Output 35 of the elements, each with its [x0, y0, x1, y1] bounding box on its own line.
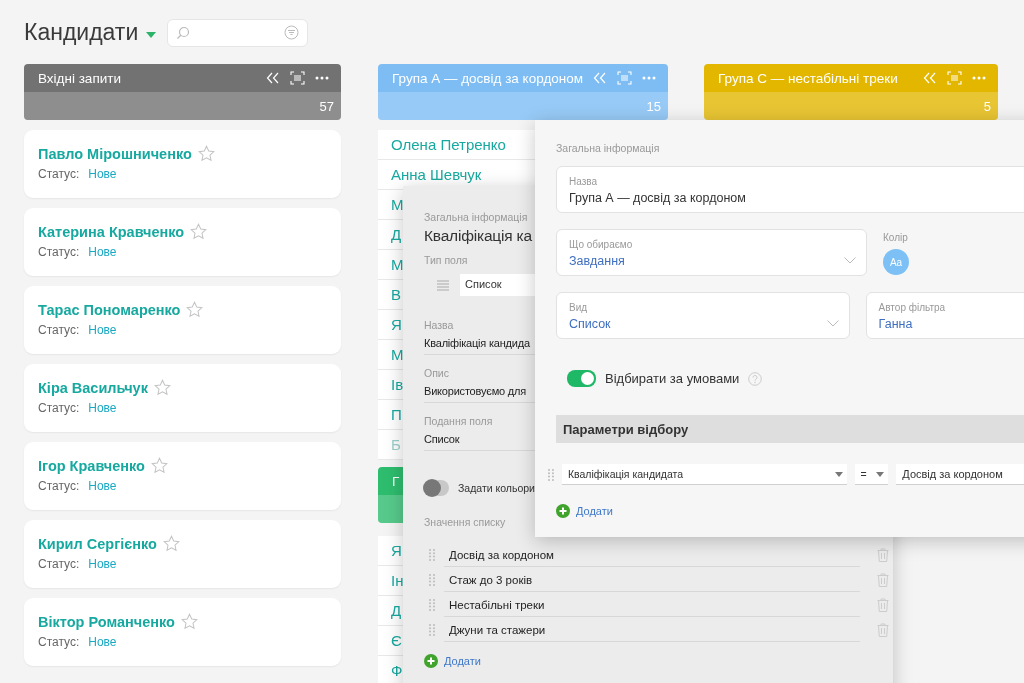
status-label: Статус: — [38, 557, 80, 571]
section-header: Параметри відбору — [556, 415, 1024, 443]
values-label: Значення списку — [424, 516, 506, 528]
toggle-label: Відбирати за умовами — [605, 371, 740, 386]
column-title: Група С — нестабільні треки — [718, 70, 899, 86]
column-title: Вхідні запити — [38, 70, 122, 86]
field-value: Список — [569, 317, 611, 331]
column-count: 57 — [319, 98, 334, 114]
field-value: Група А — досвід за кордоном — [569, 191, 746, 205]
group-title: Г — [392, 473, 400, 489]
field-label: Тип поля — [424, 254, 468, 266]
column-title: Група А — досвід за кордоном — [392, 70, 583, 86]
status-label: Статус: — [38, 479, 80, 493]
dialog-title: Кваліфікація ка — [424, 227, 532, 245]
page-title: Кандидати — [24, 19, 139, 46]
field-label: Подання поля — [424, 415, 493, 427]
status-label: Статус: — [38, 401, 80, 415]
status-label: Статус: — [38, 167, 80, 181]
field-value: Ганна — [878, 317, 913, 331]
status-label: Статус: — [38, 635, 80, 649]
status-label: Статус: — [38, 323, 80, 337]
section-label: Загальна інформація — [424, 211, 528, 223]
column-count: 15 — [646, 98, 661, 114]
toggle-label: Задати кольори — [458, 482, 535, 494]
field-label: Що обираємо — [569, 239, 633, 250]
field-label: Назва — [569, 176, 598, 187]
field-label: Назва — [424, 319, 454, 331]
status-label: Статус: — [38, 245, 80, 259]
field-label: Опис — [424, 367, 449, 379]
field-label: Вид — [569, 302, 588, 313]
field-value: Завдання — [569, 254, 625, 268]
column-count: 5 — [983, 98, 991, 114]
field-label: Колір — [883, 232, 909, 243]
section-label: Загальна інформація — [556, 142, 660, 154]
field-label: Автор фільтра — [878, 302, 946, 313]
